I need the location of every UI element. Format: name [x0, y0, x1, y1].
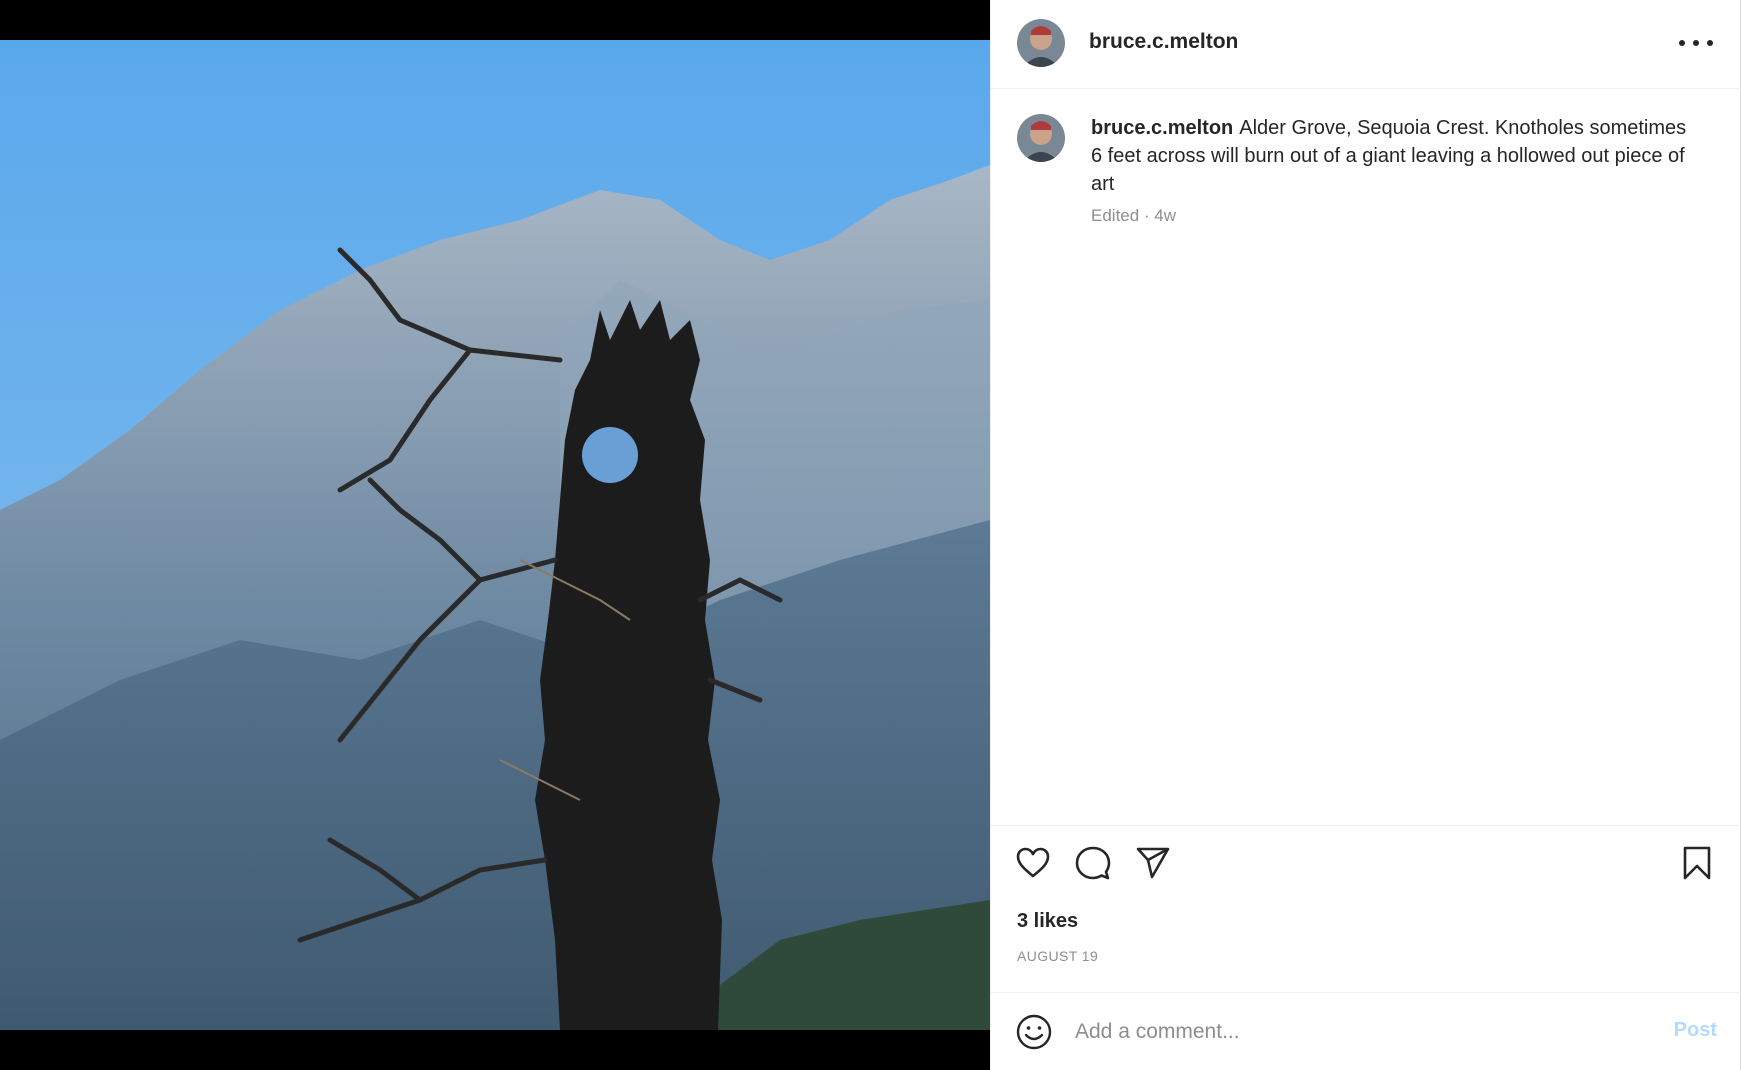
share-icon[interactable]: [1133, 843, 1173, 883]
caption-username[interactable]: bruce.c.melton: [1091, 117, 1233, 139]
profile-photo-icon: [1017, 114, 1065, 162]
emoji-icon[interactable]: [1015, 1013, 1053, 1051]
post-side-panel: bruce.c.melton bruce.c.melton Alder Grove…: [990, 0, 1741, 1070]
actions-area: 3 likes AUGUST 19: [991, 825, 1741, 992]
action-icons-row: [991, 843, 1741, 883]
more-options-icon[interactable]: [1679, 28, 1713, 58]
bookmark-icon[interactable]: [1677, 843, 1717, 883]
comment-input[interactable]: [1075, 1013, 1615, 1051]
comment-icon[interactable]: [1073, 843, 1113, 883]
post-date[interactable]: AUGUST 19: [1017, 948, 1098, 964]
post-caption: bruce.c.melton Alder Grove, Sequoia Crest…: [1091, 114, 1701, 198]
post-media-area: [0, 0, 990, 1070]
avatar[interactable]: [1017, 114, 1065, 162]
post-header: bruce.c.melton: [991, 0, 1741, 89]
comments-section: bruce.c.melton Alder Grove, Sequoia Crest…: [991, 90, 1741, 825]
caption-meta: Edited · 4w: [1091, 206, 1177, 225]
post-photo[interactable]: [0, 40, 990, 1030]
likes-count[interactable]: 3 likes: [1017, 910, 1078, 933]
heart-icon[interactable]: [1013, 843, 1053, 883]
author-username[interactable]: bruce.c.melton: [1089, 30, 1238, 54]
profile-photo-icon: [1017, 19, 1065, 67]
avatar[interactable]: [1017, 19, 1065, 67]
add-comment-bar: Post: [991, 992, 1741, 1070]
tree-mountain-photo: [0, 40, 990, 1030]
post-comment-button[interactable]: Post: [1674, 1019, 1717, 1042]
instagram-post: bruce.c.melton bruce.c.melton Alder Grove…: [0, 0, 1741, 1070]
